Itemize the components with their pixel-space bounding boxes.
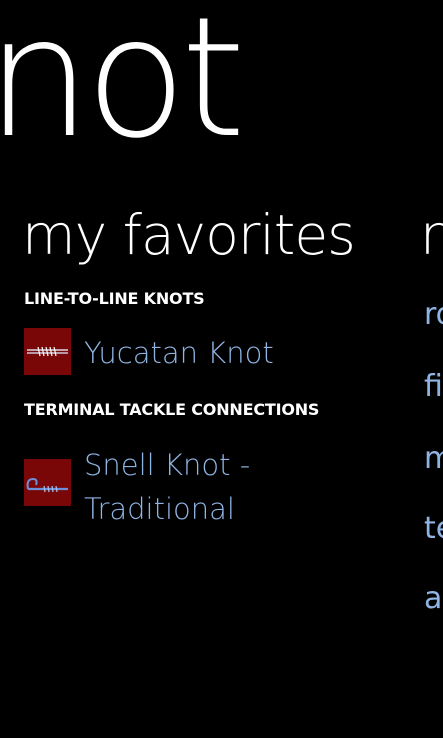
next-section-header[interactable]: n [420,208,443,263]
group-header-terminal-tackle: TERMINAL TACKLE CONNECTIONS [24,400,320,419]
knot-label-yucatan: Yucatan Knot [84,336,274,370]
knot-item-snell[interactable]: Snell Knot - Traditional [24,443,324,531]
group-header-line-to-line: LINE-TO-LINE KNOTS [24,289,205,308]
knot-label-snell-line1: Snell Knot - [84,448,251,482]
yucatan-knot-thumbnail-icon [24,328,71,375]
favorites-header: my favorites [22,203,356,267]
panorama-title: not [0,0,246,175]
next-item-1[interactable]: ro [424,300,443,330]
next-item-2[interactable]: fi [424,372,443,402]
next-item-5[interactable]: a [424,584,442,614]
snell-knot-thumbnail-icon [24,459,71,506]
next-item-3[interactable]: m [424,444,443,474]
knot-item-yucatan[interactable]: Yucatan Knot [24,328,324,375]
knot-label-snell-line2: Traditional [84,492,235,526]
next-item-4[interactable]: te [424,514,443,544]
